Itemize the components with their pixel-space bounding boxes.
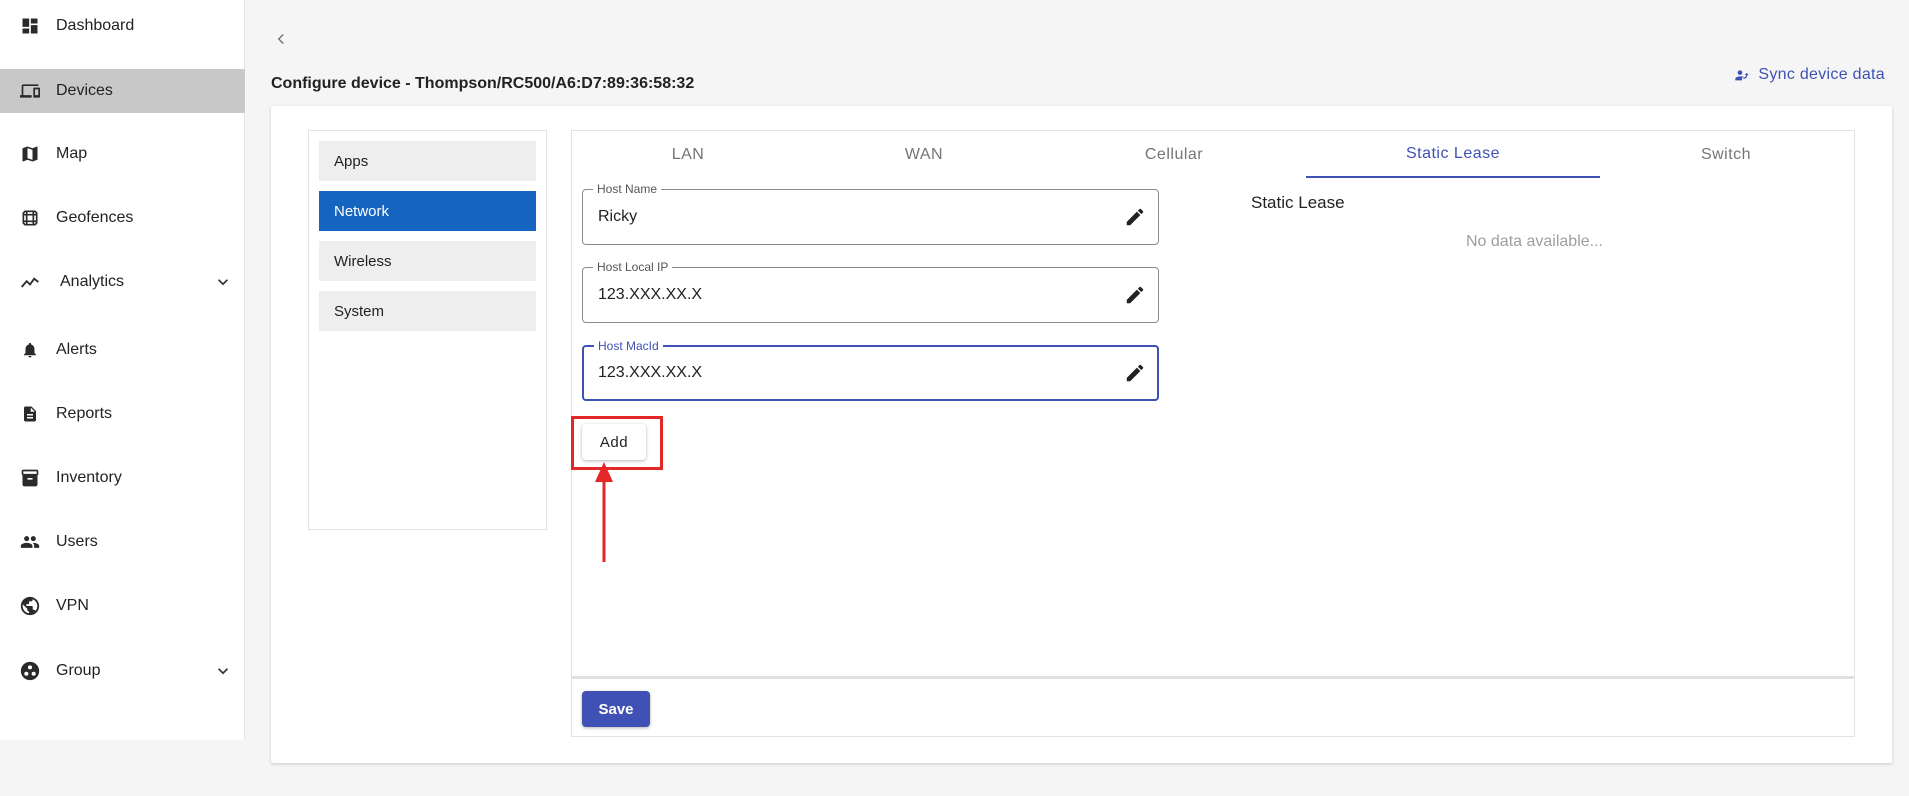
menu-item-wireless[interactable]: Wireless bbox=[319, 241, 536, 281]
sync-icon bbox=[1735, 70, 1750, 81]
report-icon bbox=[18, 402, 42, 426]
tab-cellular[interactable]: Cellular bbox=[1076, 132, 1272, 178]
sidebar: Dashboard Devices Map Geofences Analytic… bbox=[0, 0, 245, 740]
menu-item-system[interactable]: System bbox=[319, 291, 536, 331]
sidebar-item-vpn[interactable]: VPN bbox=[0, 584, 245, 628]
sidebar-item-geofences[interactable]: Geofences bbox=[0, 196, 245, 240]
static-lease-title: Static Lease bbox=[1251, 193, 1345, 212]
geofence-icon bbox=[18, 206, 42, 230]
sidebar-item-label: VPN bbox=[56, 597, 89, 614]
users-icon bbox=[18, 530, 42, 554]
sync-device-data-button[interactable]: Sync device data bbox=[1734, 66, 1885, 84]
sidebar-item-label: Dashboard bbox=[56, 17, 135, 34]
pencil-icon[interactable] bbox=[1124, 206, 1146, 228]
host-name-value[interactable]: Ricky bbox=[598, 208, 1098, 226]
sidebar-item-devices[interactable]: Devices bbox=[0, 69, 245, 113]
devices-icon bbox=[18, 79, 42, 103]
tab-static-lease[interactable]: Static Lease bbox=[1306, 132, 1600, 178]
vpn-icon bbox=[18, 594, 42, 618]
sidebar-item-label: Reports bbox=[56, 405, 113, 422]
host-macid-value[interactable]: 123.XXX.XX.X bbox=[598, 364, 1098, 382]
tab-wan[interactable]: WAN bbox=[826, 132, 1022, 178]
sidebar-item-label: Devices bbox=[56, 82, 113, 99]
annotation-highlight-box bbox=[571, 416, 663, 470]
sidebar-item-inventory[interactable]: Inventory bbox=[0, 456, 245, 500]
chevron-down-icon[interactable] bbox=[213, 272, 233, 292]
annotation-arrow-icon bbox=[595, 462, 613, 562]
bell-icon bbox=[18, 338, 42, 362]
sidebar-item-label: Map bbox=[56, 145, 88, 162]
inventory-icon bbox=[18, 466, 42, 490]
sidebar-item-label: Analytics bbox=[60, 273, 125, 290]
menu-item-network[interactable]: Network bbox=[319, 191, 536, 231]
host-local-ip-field[interactable]: Host Local IP 123.XXX.XX.X bbox=[582, 260, 1159, 323]
host-local-ip-value[interactable]: 123.XXX.XX.X bbox=[598, 286, 1098, 304]
footer-divider bbox=[572, 676, 1854, 679]
sidebar-item-map[interactable]: Map bbox=[0, 132, 245, 176]
empty-state-text: No data available... bbox=[1466, 233, 1603, 250]
sync-label: Sync device data bbox=[1758, 66, 1885, 83]
sidebar-item-alerts[interactable]: Alerts bbox=[0, 328, 245, 372]
host-name-field[interactable]: Host Name Ricky bbox=[582, 182, 1159, 245]
back-icon[interactable] bbox=[272, 30, 290, 48]
pencil-icon[interactable] bbox=[1124, 284, 1146, 306]
analytics-icon bbox=[18, 270, 42, 294]
sidebar-item-label: Geofences bbox=[56, 209, 134, 226]
host-local-ip-label: Host Local IP bbox=[593, 260, 673, 274]
sidebar-item-label: Alerts bbox=[56, 341, 97, 358]
chevron-down-icon[interactable] bbox=[213, 661, 233, 681]
menu-item-apps[interactable]: Apps bbox=[319, 141, 536, 181]
sidebar-item-label: Group bbox=[56, 662, 101, 679]
host-macid-label: Host MacId bbox=[594, 339, 663, 353]
host-macid-field[interactable]: Host MacId 123.XXX.XX.X bbox=[582, 339, 1159, 401]
sidebar-item-label: Inventory bbox=[56, 469, 122, 486]
sidebar-item-group[interactable]: Group bbox=[0, 649, 245, 693]
sidebar-item-dashboard[interactable]: Dashboard bbox=[0, 4, 245, 48]
dashboard-icon bbox=[18, 14, 42, 38]
page-title: Configure device - Thompson/RC500/A6:D7:… bbox=[271, 75, 695, 92]
host-name-label: Host Name bbox=[593, 182, 662, 196]
pencil-icon[interactable] bbox=[1124, 362, 1146, 384]
group-icon bbox=[18, 659, 42, 683]
sidebar-item-label: Users bbox=[56, 533, 98, 550]
sidebar-item-users[interactable]: Users bbox=[0, 520, 245, 564]
tab-switch[interactable]: Switch bbox=[1628, 132, 1824, 178]
tab-lan[interactable]: LAN bbox=[590, 132, 786, 178]
sidebar-item-analytics[interactable]: Analytics bbox=[0, 260, 245, 304]
sidebar-item-reports[interactable]: Reports bbox=[0, 392, 245, 436]
save-button[interactable]: Save bbox=[582, 691, 650, 727]
map-icon bbox=[18, 142, 42, 166]
